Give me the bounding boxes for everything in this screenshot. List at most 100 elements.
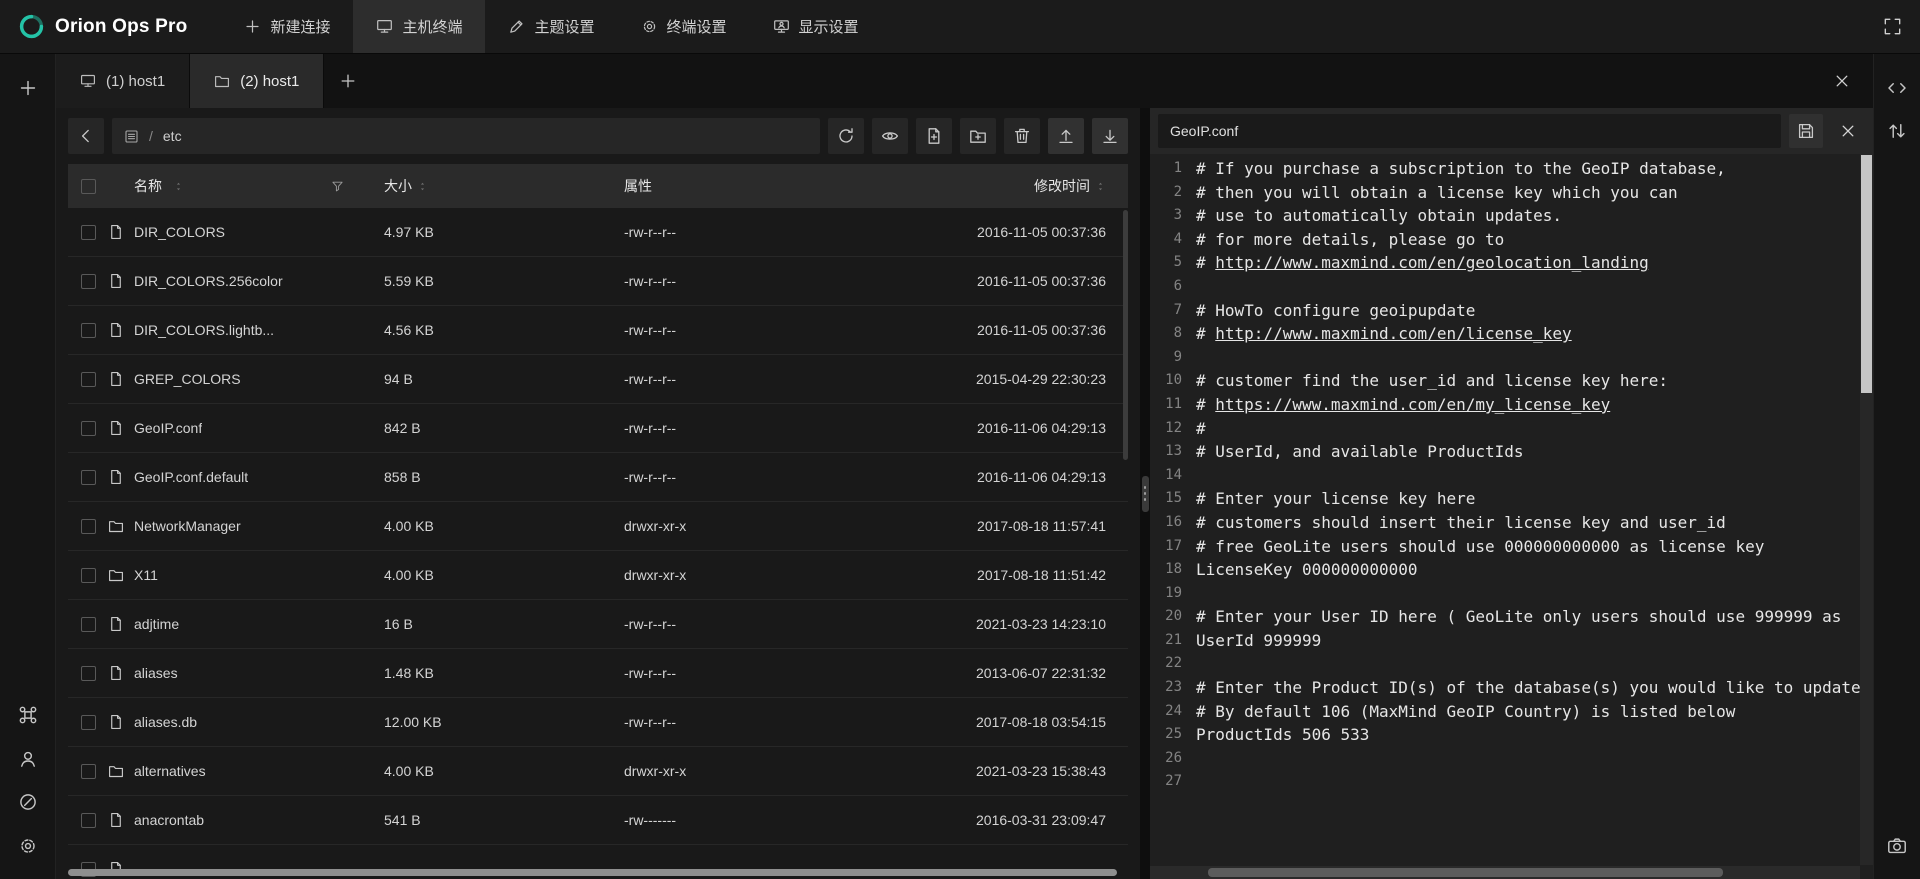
file-name[interactable]: DIR_COLORS.lightb... [134, 322, 274, 338]
fullscreen-button[interactable] [1864, 0, 1920, 54]
table-row[interactable]: GREP_COLORS94 B-rw-r--r--2015-04-29 22:3… [68, 355, 1128, 404]
command-icon [18, 705, 38, 725]
select-all-checkbox[interactable] [68, 179, 108, 194]
file-name[interactable]: GeoIP.conf [134, 420, 202, 436]
file-table-scrollbar-thumb[interactable] [1123, 210, 1128, 460]
column-header-name[interactable]: 名称 [108, 176, 376, 196]
links-button[interactable] [8, 782, 48, 822]
new-button[interactable] [8, 68, 48, 108]
row-checkbox[interactable] [81, 470, 96, 485]
file-table-body: DIR_COLORS4.97 KB-rw-r--r--2016-11-05 00… [68, 208, 1128, 879]
table-row[interactable]: X114.00 KBdrwxr-xr-x2017-08-18 11:51:42 [68, 551, 1128, 600]
tab-1[interactable]: (1) host1 [56, 54, 190, 108]
download-button[interactable] [1092, 118, 1128, 154]
table-row[interactable]: adjtime16 B-rw-r--r--2021-03-23 14:23:10 [68, 600, 1128, 649]
code-line: UserId 999999 [1196, 629, 1873, 653]
file-name[interactable]: aliases [134, 665, 178, 681]
line-number: 20 [1150, 605, 1182, 629]
preview-button[interactable] [872, 118, 908, 154]
shortcuts-button[interactable] [8, 695, 48, 735]
close-editor-button[interactable] [1831, 114, 1865, 148]
column-header-attr[interactable]: 属性 [616, 176, 916, 196]
editor-hscrollbar [1150, 866, 1860, 879]
editor-view-button[interactable] [1877, 68, 1917, 108]
table-row[interactable]: DIR_COLORS.lightb...4.56 KB-rw-r--r--201… [68, 306, 1128, 355]
refresh-button[interactable] [828, 118, 864, 154]
row-checkbox[interactable] [81, 225, 96, 240]
row-checkbox[interactable] [81, 421, 96, 436]
nav-label: 终端设置 [667, 16, 727, 37]
nav-display-settings[interactable]: 显示设置 [750, 0, 882, 53]
row-checkbox[interactable] [81, 568, 96, 583]
table-row[interactable]: DIR_COLORS4.97 KB-rw-r--r--2016-11-05 00… [68, 208, 1128, 257]
line-number: 16 [1150, 511, 1182, 535]
column-header-mtime[interactable]: 修改时间 [916, 176, 1128, 196]
plus-icon [339, 72, 357, 90]
editor-hscrollbar-thumb[interactable] [1208, 868, 1723, 877]
line-number: 11 [1150, 393, 1182, 417]
file-name[interactable]: GeoIP.conf.default [134, 469, 248, 485]
table-row[interactable]: anacrontab541 B-rw-------2016-03-31 23:0… [68, 796, 1128, 845]
code-area[interactable]: # If you purchase a subscription to the … [1196, 157, 1873, 879]
code-link[interactable]: http://www.maxmind.com/en/license_key [1215, 324, 1571, 343]
table-row[interactable]: aliases.db12.00 KB-rw-r--r--2017-08-18 0… [68, 698, 1128, 747]
file-name[interactable]: anacrontab [134, 812, 204, 828]
back-button[interactable] [68, 118, 104, 154]
filter-icon [331, 180, 344, 193]
upload-button[interactable] [1048, 118, 1084, 154]
row-checkbox[interactable] [81, 519, 96, 534]
table-row[interactable]: aliases1.48 KB-rw-r--r--2013-06-07 22:31… [68, 649, 1128, 698]
file-name[interactable]: alternatives [134, 763, 206, 779]
file-panel-hscrollbar-thumb[interactable] [68, 869, 1117, 876]
nav-new-connection[interactable]: 新建连接 [221, 0, 353, 53]
table-row[interactable]: GeoIP.conf.default858 B-rw-r--r--2016-11… [68, 453, 1128, 502]
row-checkbox[interactable] [81, 666, 96, 681]
file-name[interactable]: NetworkManager [134, 518, 241, 534]
editor-panel: GeoIP.conf 12345678910111213141516171819… [1150, 108, 1873, 879]
row-checkbox[interactable] [81, 813, 96, 828]
save-button[interactable] [1789, 114, 1823, 148]
left-rail-bottom-group [8, 692, 48, 870]
nav-host-terminal[interactable]: 主机终端 [353, 0, 485, 53]
close-panel-button[interactable] [1819, 54, 1865, 108]
file-name[interactable]: GREP_COLORS [134, 371, 241, 387]
file-name[interactable]: DIR_COLORS [134, 224, 225, 240]
code-link[interactable]: https://www.maxmind.com/en/my_license_ke… [1215, 395, 1610, 414]
row-checkbox[interactable] [81, 274, 96, 289]
file-manager-toolbar: / etc [68, 118, 1128, 154]
line-number: 26 [1150, 747, 1182, 771]
table-row[interactable]: DIR_COLORS.256color5.59 KB-rw-r--r--2016… [68, 257, 1128, 306]
new-tab-button[interactable] [324, 54, 372, 108]
code-line [1196, 582, 1873, 606]
nav-theme-settings[interactable]: 主题设置 [485, 0, 617, 53]
breadcrumb[interactable]: / etc [112, 118, 820, 154]
table-row[interactable]: NetworkManager4.00 KBdrwxr-xr-x2017-08-1… [68, 502, 1128, 551]
new-folder-button[interactable] [960, 118, 996, 154]
file-name[interactable]: X11 [134, 567, 158, 583]
code-line: # Enter your license key here [1196, 487, 1873, 511]
row-checkbox[interactable] [81, 764, 96, 779]
row-checkbox[interactable] [81, 617, 96, 632]
new-file-button[interactable] [916, 118, 952, 154]
sort-order-button[interactable] [1877, 111, 1917, 151]
row-checkbox[interactable] [81, 372, 96, 387]
file-name[interactable]: adjtime [134, 616, 179, 632]
panel-splitter[interactable] [1140, 108, 1150, 879]
tab-2[interactable]: (2) host1 [190, 54, 324, 108]
file-mtime: 2016-11-05 00:37:36 [916, 322, 1128, 338]
file-name[interactable]: DIR_COLORS.256color [134, 273, 283, 289]
row-checkbox[interactable] [81, 323, 96, 338]
row-checkbox[interactable] [81, 715, 96, 730]
code-link[interactable]: http://www.maxmind.com/en/geolocation_la… [1215, 253, 1648, 272]
nav-terminal-settings[interactable]: 终端设置 [618, 0, 750, 53]
settings-button[interactable] [8, 826, 48, 866]
download-icon [1101, 127, 1119, 145]
table-row[interactable]: GeoIP.conf842 B-rw-r--r--2016-11-06 04:2… [68, 404, 1128, 453]
column-header-size[interactable]: 大小 [376, 176, 616, 196]
editor-vscrollbar-thumb[interactable] [1861, 155, 1872, 393]
screenshot-button[interactable] [1877, 826, 1917, 866]
delete-button[interactable] [1004, 118, 1040, 154]
table-row[interactable]: alternatives4.00 KBdrwxr-xr-x2021-03-23 … [68, 747, 1128, 796]
user-button[interactable] [8, 739, 48, 779]
file-name[interactable]: aliases.db [134, 714, 197, 730]
